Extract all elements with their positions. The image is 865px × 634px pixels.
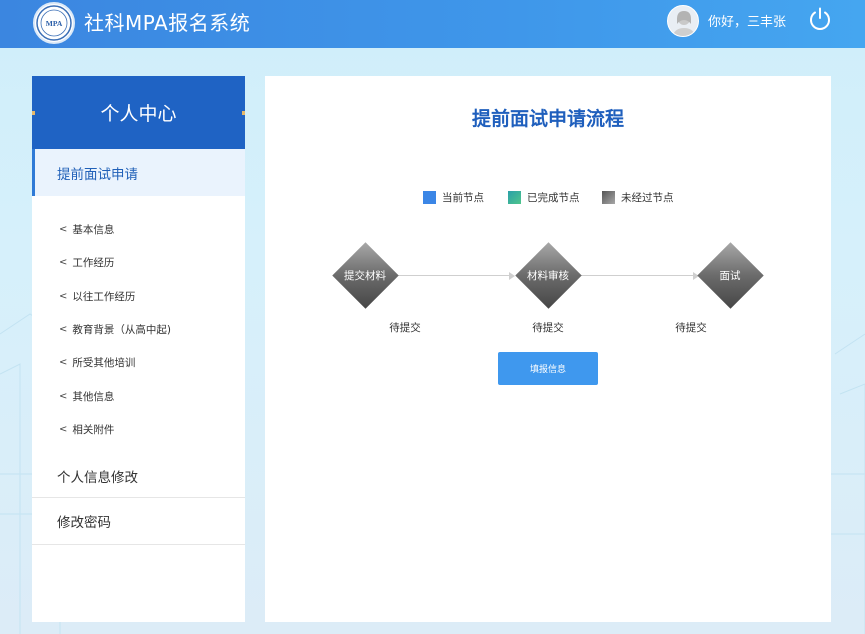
subnav-item-attachments[interactable]: < 相关附件 <box>32 413 245 446</box>
main-panel: 提前面试申请流程 当前节点 已完成节点 未经过节点 提交材料 材料审核 面试 待… <box>265 76 831 622</box>
subnav-item-label: 相关附件 <box>72 423 115 436</box>
flow-node-submit: 提交材料 <box>331 241 399 309</box>
step-status: 待提交 <box>532 322 564 334</box>
sidebar-header: 个人中心 <box>32 76 245 149</box>
fill-info-button[interactable]: 填报信息 <box>498 352 598 385</box>
flow-node-interview: 面试 <box>696 241 764 309</box>
chevron-left-icon: < <box>59 290 68 302</box>
legend-item-completed: 已完成节点 <box>508 190 580 205</box>
subnav-item-work-experience[interactable]: < 工作经历 <box>32 246 245 279</box>
legend-swatch-current <box>423 191 436 204</box>
power-icon[interactable] <box>807 6 833 32</box>
sidebar: 个人中心 提前面试申请 < 基本信息 < 工作经历 < 以往工作经历 < 教育背景（从高… <box>32 76 245 622</box>
sidebar-item-label: 修改密码 <box>57 515 111 532</box>
flow-connector <box>581 275 694 276</box>
subnav-item-label: 基本信息 <box>72 224 115 237</box>
sidebar-notch-left <box>32 111 35 115</box>
subnav-item-label: 其他信息 <box>72 390 115 403</box>
legend-label: 已完成节点 <box>527 192 580 204</box>
flow-legend: 当前节点 已完成节点 未经过节点 <box>265 190 831 206</box>
subnav-item-label: 所受其他培训 <box>72 357 136 370</box>
subnav-item-label: 以往工作经历 <box>72 290 136 303</box>
subnav-item-other-info[interactable]: < 其他信息 <box>32 379 245 412</box>
chevron-left-icon: < <box>59 224 68 236</box>
chevron-left-icon: < <box>59 357 68 369</box>
top-header: MPA 社科MPA报名系统 你好，三丰张 <box>0 0 865 48</box>
legend-swatch-pending <box>602 191 615 204</box>
legend-item-current: 当前节点 <box>423 190 484 205</box>
subnav-item-label: 工作经历 <box>72 257 115 270</box>
sidebar-item-change-password[interactable]: 修改密码 <box>32 498 245 546</box>
chevron-left-icon: < <box>59 390 68 402</box>
legend-item-pending: 未经过节点 <box>602 190 674 205</box>
step-status: 待提交 <box>675 322 707 334</box>
sidebar-title: 个人中心 <box>100 103 177 125</box>
flow-connector <box>389 275 510 276</box>
node-label: 面试 <box>719 269 741 282</box>
user-greeting: 你好，三丰张 <box>708 15 787 30</box>
app-title: 社科MPA报名系统 <box>84 11 251 35</box>
legend-label: 当前节点 <box>442 192 484 204</box>
sidebar-item-edit-profile[interactable]: 个人信息修改 <box>32 454 245 499</box>
chevron-left-icon: < <box>59 257 68 269</box>
node-label: 提交材料 <box>344 269 386 282</box>
sidebar-item-label: 提前面试申请 <box>57 166 138 183</box>
step-status: 待提交 <box>389 322 421 334</box>
svg-text:MPA: MPA <box>46 19 63 28</box>
flow-node-review: 材料审核 <box>514 241 582 309</box>
subnav-item-label: 教育背景（从高中起) <box>72 324 171 337</box>
sidebar-item-label: 个人信息修改 <box>57 469 138 486</box>
subnav-item-other-training[interactable]: < 所受其他培训 <box>32 346 245 379</box>
subnav-item-past-work[interactable]: < 以往工作经历 <box>32 280 245 313</box>
legend-swatch-completed <box>508 191 521 204</box>
mpa-logo: MPA <box>33 2 75 44</box>
page-title: 提前面试申请流程 <box>471 108 624 130</box>
user-avatar[interactable] <box>667 5 699 37</box>
node-label: 材料审核 <box>527 269 569 282</box>
sidebar-subnav: < 基本信息 < 工作经历 < 以往工作经历 < 教育背景（从高中起) < 所受其他培训 … <box>32 196 245 446</box>
sidebar-notch-right <box>242 111 245 115</box>
subnav-item-education[interactable]: < 教育背景（从高中起) <box>32 313 245 346</box>
legend-label: 未经过节点 <box>621 192 674 204</box>
sidebar-item-early-interview[interactable]: 提前面试申请 <box>32 149 245 196</box>
chevron-left-icon: < <box>59 324 68 336</box>
subnav-item-basic-info[interactable]: < 基本信息 <box>32 213 245 246</box>
chevron-left-icon: < <box>59 423 68 435</box>
